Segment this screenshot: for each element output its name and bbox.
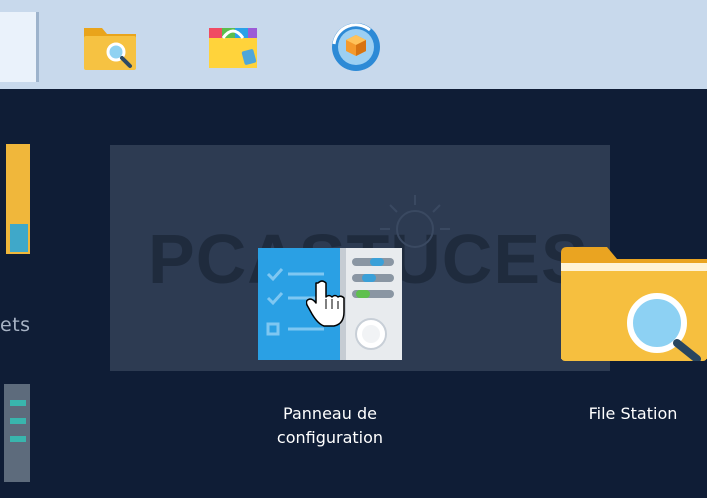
partial-desktop-icon-top[interactable] [0, 144, 30, 262]
control-panel-label-line1: Panneau de [283, 404, 377, 423]
taskbar-package-center[interactable] [203, 18, 263, 76]
taskbar-hyper-backup[interactable] [326, 18, 386, 76]
partial-icon-label: ets [0, 314, 31, 336]
dsm-screen: ets PCASTUCES [0, 0, 707, 498]
file-station-icon [84, 28, 136, 70]
file-station-icon [561, 247, 707, 363]
hand-cursor-icon [306, 280, 345, 327]
package-icon-partial [6, 144, 30, 254]
taskbar [0, 0, 707, 90]
taskbar-file-station[interactable] [80, 18, 140, 76]
partial-desktop-icon-bottom[interactable] [0, 384, 30, 484]
hyper-backup-icon [332, 23, 380, 71]
control-panel-label-line2: configuration [276, 428, 384, 447]
file-station-desktop-icon[interactable] [561, 247, 707, 365]
desktop: ets PCASTUCES [0, 89, 707, 498]
control-panel-label: Panneau de configuration [225, 402, 435, 450]
taskbar-start-button[interactable] [0, 12, 39, 82]
file-station-label: File Station [588, 404, 678, 423]
app-icon-partial [4, 384, 30, 482]
package-center-icon [209, 28, 257, 68]
